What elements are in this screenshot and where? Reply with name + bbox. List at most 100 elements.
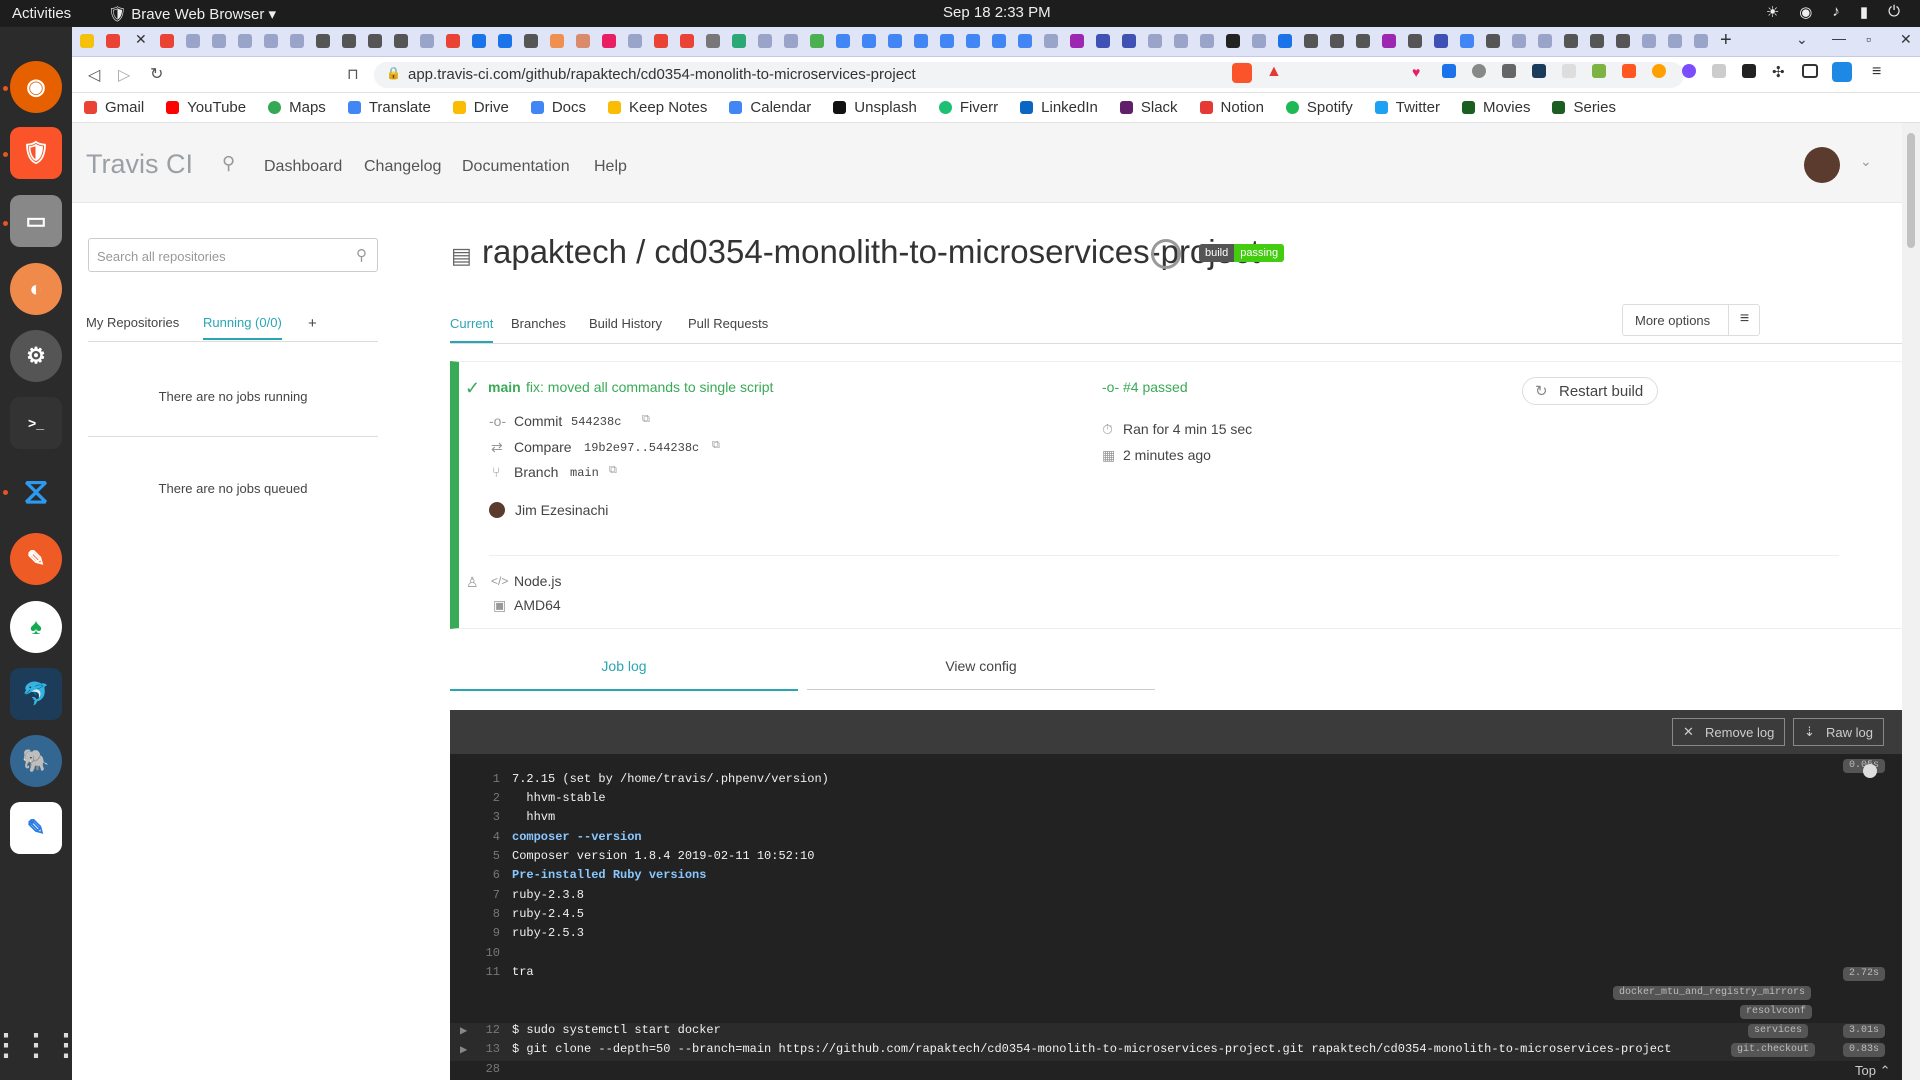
user-avatar[interactable]: [1804, 147, 1840, 183]
tab-favicon[interactable]: [212, 34, 226, 48]
tab-close-icon[interactable]: ✕: [135, 31, 147, 48]
tab-favicon[interactable]: [316, 34, 330, 48]
tab-favicon[interactable]: [810, 34, 824, 48]
more-options-button[interactable]: More options ≡: [1622, 304, 1760, 336]
extension-icon[interactable]: [1682, 64, 1696, 78]
log-line[interactable]: 5 Composer version 1.8.4 2019-02-11 10:52…: [450, 849, 1880, 868]
log-fold[interactable]: ▶ 12 $ sudo systemctl start docker: [450, 1023, 1880, 1042]
tab-favicon[interactable]: [1382, 34, 1396, 48]
tab-favicon[interactable]: [602, 34, 616, 48]
compare-range[interactable]: 19b2e97..544238c: [584, 441, 699, 455]
tab-favicon[interactable]: [80, 34, 94, 48]
scrollbar-thumb[interactable]: [1907, 133, 1915, 248]
tab-favicon[interactable]: [1590, 34, 1604, 48]
extension-icon[interactable]: [1562, 64, 1576, 78]
tab-favicon[interactable]: [420, 34, 434, 48]
chevron-down-icon[interactable]: ⌄: [1860, 153, 1872, 170]
tab-favicon[interactable]: [498, 34, 512, 48]
log-line[interactable]: 8 ruby-2.4.5: [450, 907, 1880, 926]
log-line[interactable]: 28: [450, 1062, 1880, 1080]
tab-favicon[interactable]: [732, 34, 746, 48]
tab-current[interactable]: Current: [450, 316, 494, 343]
extension-icon[interactable]: [1532, 64, 1546, 78]
tab-favicon[interactable]: [1044, 34, 1058, 48]
extensions-puzzle-icon[interactable]: ✣: [1772, 63, 1785, 81]
log-line[interactable]: 1 7.2.15 (set by /home/travis/.phpenv/ver…: [450, 772, 1880, 791]
wallet-icon[interactable]: [1802, 64, 1818, 78]
log-fold[interactable]: ▶ 13 $ git clone --depth=50 --branch=main …: [450, 1042, 1880, 1061]
tab-favicon[interactable]: [1278, 34, 1292, 48]
pgadmin-icon[interactable]: 🐘: [10, 735, 62, 787]
firefox-icon[interactable]: ◉: [10, 61, 62, 113]
extension-icon[interactable]: [1502, 64, 1516, 78]
app-menu[interactable]: 🛡 Brave Web Browser ▾: [108, 5, 276, 23]
log-line[interactable]: 9 ruby-2.5.3: [450, 926, 1880, 945]
scroll-to-top-link[interactable]: Top ⌃: [1855, 1063, 1891, 1079]
bookmark-gmail[interactable]: Gmail: [84, 99, 144, 116]
bookmark-notion[interactable]: Notion: [1199, 99, 1264, 116]
tab-favicon[interactable]: [1122, 34, 1136, 48]
vscode-icon[interactable]: ⧖: [10, 465, 62, 517]
tab-favicon[interactable]: [654, 34, 668, 48]
build-branch[interactable]: main: [488, 379, 521, 395]
tab-favicon[interactable]: [1460, 34, 1474, 48]
tab-favicon[interactable]: [1252, 34, 1266, 48]
repository-title[interactable]: rapaktech / cd0354-monolith-to-microserv…: [482, 233, 1260, 271]
tab-favicon[interactable]: [1356, 34, 1370, 48]
external-link-icon[interactable]: ⧉: [609, 464, 617, 477]
bookmark-series[interactable]: Series: [1552, 99, 1616, 116]
tab-favicon[interactable]: [446, 34, 460, 48]
log-line[interactable]: 4 composer --version: [450, 830, 1880, 849]
tab-favicon[interactable]: [1538, 34, 1552, 48]
tab-favicon[interactable]: [1330, 34, 1344, 48]
show-apps-icon[interactable]: ⋮⋮⋮: [0, 1019, 81, 1071]
bookmark-drive[interactable]: Drive: [452, 99, 509, 116]
branch-value[interactable]: main: [570, 466, 599, 480]
external-link-icon[interactable]: ⧉: [642, 413, 650, 426]
build-status-badge[interactable]: build passing: [1199, 244, 1285, 262]
bookmark-unsplash[interactable]: Unsplash: [833, 99, 917, 116]
broadcast-icon[interactable]: ⚲: [222, 153, 235, 174]
log-line[interactable]: 6 Pre-installed Ruby versions: [450, 868, 1880, 887]
bookmark-youtube[interactable]: YouTube: [166, 99, 246, 116]
window-close-icon[interactable]: ✕: [1900, 31, 1912, 48]
commit-message[interactable]: fix: moved all commands to single script: [526, 379, 773, 395]
extension-icon[interactable]: [1592, 64, 1606, 78]
tab-favicon[interactable]: [394, 34, 408, 48]
tab-favicon[interactable]: [706, 34, 720, 48]
tab-favicon[interactable]: [238, 34, 252, 48]
bookmark-keep-notes[interactable]: Keep Notes: [608, 99, 707, 116]
tab-favicon[interactable]: [1200, 34, 1214, 48]
tab-favicon[interactable]: [1070, 34, 1084, 48]
travis-logo[interactable]: Travis CI: [86, 149, 193, 180]
tab-favicon[interactable]: [1694, 34, 1708, 48]
log-line[interactable]: 2 hhvm-stable: [450, 791, 1880, 810]
tab-branches[interactable]: Branches: [511, 316, 566, 331]
tab-favicon[interactable]: [862, 34, 876, 48]
log-line[interactable]: 7 ruby-2.3.8: [450, 888, 1880, 907]
log-line[interactable]: 3 hhvm: [450, 810, 1880, 829]
tab-favicon[interactable]: [290, 34, 304, 48]
remove-log-button[interactable]: ✕ Remove log: [1672, 718, 1785, 746]
text-editor-icon[interactable]: ✎: [10, 802, 62, 854]
bookmark-slack[interactable]: Slack: [1119, 99, 1178, 116]
tab-favicon[interactable]: [1174, 34, 1188, 48]
bookmark-twitter[interactable]: Twitter: [1374, 99, 1440, 116]
forward-icon[interactable]: ▷: [118, 65, 130, 85]
external-link-icon[interactable]: ⧉: [712, 439, 720, 452]
postman-icon[interactable]: ◐: [10, 263, 62, 315]
extension-icon[interactable]: [1622, 64, 1636, 78]
tab-favicon[interactable]: [264, 34, 278, 48]
bookmark-fiverr[interactable]: Fiverr: [938, 99, 998, 116]
notion-extension-icon[interactable]: [1742, 64, 1756, 78]
settings-icon[interactable]: ⚙: [10, 330, 62, 382]
tab-favicon[interactable]: [758, 34, 772, 48]
github-icon[interactable]: [1151, 239, 1181, 269]
tab-running[interactable]: Running (0/0): [203, 315, 282, 340]
profile-icon[interactable]: [1832, 62, 1852, 82]
tab-favicon[interactable]: [368, 34, 382, 48]
tab-my-repositories[interactable]: My Repositories: [86, 315, 179, 330]
tab-favicon[interactable]: [1616, 34, 1630, 48]
brave-rewards-icon[interactable]: ▲: [1266, 63, 1282, 81]
extension-icon[interactable]: [1712, 64, 1726, 78]
